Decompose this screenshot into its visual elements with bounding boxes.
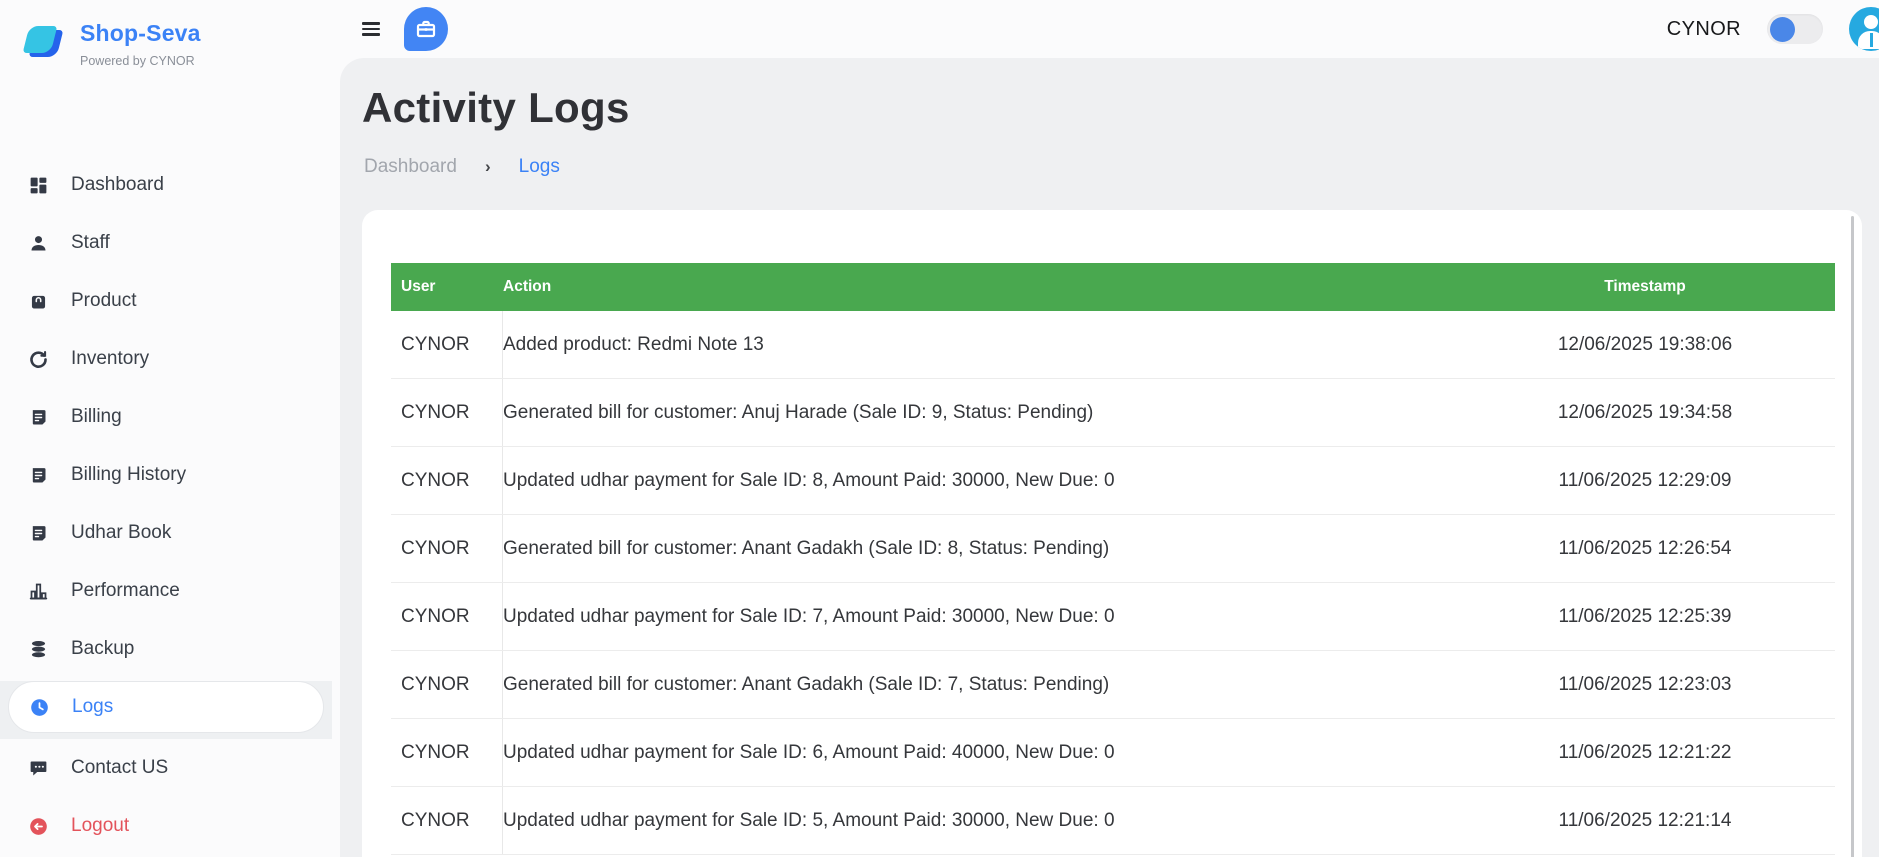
logout-icon <box>28 816 49 837</box>
product-icon <box>28 291 49 312</box>
main-content: Activity Logs Dashboard › Logs User Acti… <box>340 58 1879 857</box>
briefcase-icon <box>414 17 438 41</box>
table-row: CYNOR Added product: Redmi Note 13 12/06… <box>391 311 1835 379</box>
cell-timestamp: 12/06/2025 19:34:58 <box>1455 402 1835 424</box>
sidebar-item-logout[interactable]: Logout <box>0 797 332 855</box>
avatar-person-icon <box>1864 15 1878 29</box>
dashboard-icon <box>28 175 49 196</box>
sidebar-item-label: Logout <box>71 815 129 837</box>
sidebar-item-label: Udhar Book <box>71 522 171 544</box>
cell-user: CYNOR <box>391 311 503 378</box>
table-row: CYNOR Generated bill for customer: Anuj … <box>391 379 1835 447</box>
column-header-action: Action <box>503 278 1455 296</box>
cell-action: Updated udhar payment for Sale ID: 6, Am… <box>503 742 1455 764</box>
column-header-user: User <box>391 278 503 296</box>
backup-icon <box>28 639 49 660</box>
chevron-right-icon: › <box>485 157 491 177</box>
sidebar-item-billing[interactable]: Billing <box>0 388 332 446</box>
logs-card: User Action Timestamp CYNOR Added produc… <box>362 210 1862 857</box>
cell-user: CYNOR <box>391 447 503 514</box>
sidebar-item-udhar-book[interactable]: Udhar Book <box>0 504 332 562</box>
breadcrumb: Dashboard › Logs <box>364 156 1879 178</box>
cell-user: CYNOR <box>391 651 503 718</box>
sidebar-item-performance[interactable]: Performance <box>0 562 332 620</box>
sidebar-item-label: Logs <box>72 696 113 718</box>
briefcase-button[interactable] <box>404 7 448 51</box>
sidebar-item-label: Billing <box>71 406 122 428</box>
cell-action: Generated bill for customer: Anant Gadak… <box>503 674 1455 696</box>
page-title: Activity Logs <box>362 84 1879 132</box>
sidebar-item-inventory[interactable]: Inventory <box>0 330 332 388</box>
user-avatar[interactable] <box>1849 7 1879 51</box>
billing-icon <box>28 407 49 428</box>
cell-timestamp: 11/06/2025 12:21:22 <box>1455 742 1835 764</box>
contact-icon <box>28 758 49 779</box>
topbar: CYNOR <box>332 0 1879 58</box>
cell-timestamp: 11/06/2025 12:25:39 <box>1455 606 1835 628</box>
sidebar-item-logs[interactable]: Logs <box>8 681 324 733</box>
vertical-scrollbar[interactable] <box>1851 216 1854 857</box>
staff-icon <box>28 233 49 254</box>
sidebar-menu: Dashboard Staff Product Inventory <box>0 156 332 855</box>
brand-block[interactable]: Shop-Seva Powered by CYNOR <box>0 0 332 68</box>
cell-action: Generated bill for customer: Anant Gadak… <box>503 538 1455 560</box>
cell-action: Added product: Redmi Note 13 <box>503 334 1455 356</box>
cell-timestamp: 11/06/2025 12:21:14 <box>1455 810 1835 832</box>
sidebar-item-label: Staff <box>71 232 110 254</box>
performance-icon <box>28 581 49 602</box>
table-row: CYNOR Updated udhar payment for Sale ID:… <box>391 583 1835 651</box>
brand-logo-icon <box>24 24 66 64</box>
sidebar-item-backup[interactable]: Backup <box>0 620 332 678</box>
sidebar-active-stripe: Logs <box>0 681 332 739</box>
sidebar-item-contact-us[interactable]: Contact US <box>0 739 332 797</box>
cell-action: Updated udhar payment for Sale ID: 7, Am… <box>503 606 1455 628</box>
cell-user: CYNOR <box>391 515 503 582</box>
sidebar-item-label: Backup <box>71 638 134 660</box>
table-row: CYNOR Updated udhar payment for Sale ID:… <box>391 447 1835 515</box>
cell-timestamp: 11/06/2025 12:23:03 <box>1455 674 1835 696</box>
toggle-knob <box>1770 17 1795 42</box>
table-row: CYNOR Updated udhar payment for Sale ID:… <box>391 719 1835 787</box>
column-header-timestamp: Timestamp <box>1455 278 1835 296</box>
udhar-book-icon <box>28 523 49 544</box>
sidebar-item-label: Contact US <box>71 757 168 779</box>
sidebar-item-product[interactable]: Product <box>0 272 332 330</box>
logs-icon <box>29 697 50 718</box>
cell-action: Updated udhar payment for Sale ID: 5, Am… <box>503 810 1455 832</box>
sidebar-item-label: Inventory <box>71 348 149 370</box>
table-header-row: User Action Timestamp <box>391 263 1835 311</box>
activity-log-table: User Action Timestamp CYNOR Added produc… <box>391 263 1835 855</box>
cell-user: CYNOR <box>391 787 503 854</box>
breadcrumb-logs-link[interactable]: Logs <box>519 156 560 178</box>
table-row: CYNOR Updated udhar payment for Sale ID:… <box>391 787 1835 855</box>
cell-user: CYNOR <box>391 583 503 650</box>
sidebar-item-label: Product <box>71 290 136 312</box>
sidebar-item-billing-history[interactable]: Billing History <box>0 446 332 504</box>
hamburger-menu-icon[interactable] <box>362 22 380 36</box>
sidebar-item-label: Performance <box>71 580 180 602</box>
table-row: CYNOR Generated bill for customer: Anant… <box>391 651 1835 719</box>
billing-history-icon <box>28 465 49 486</box>
brand-name: Shop-Seva <box>80 20 201 47</box>
sidebar-item-staff[interactable]: Staff <box>0 214 332 272</box>
sidebar-item-label: Billing History <box>71 464 186 486</box>
cell-user: CYNOR <box>391 719 503 786</box>
cell-action: Generated bill for customer: Anuj Harade… <box>503 402 1455 424</box>
cell-timestamp: 11/06/2025 12:29:09 <box>1455 470 1835 492</box>
theme-toggle[interactable] <box>1767 14 1823 44</box>
topbar-username: CYNOR <box>1667 18 1741 41</box>
inventory-icon <box>28 349 49 370</box>
cell-timestamp: 12/06/2025 19:38:06 <box>1455 334 1835 356</box>
breadcrumb-dashboard-link[interactable]: Dashboard <box>364 156 457 178</box>
table-row: CYNOR Generated bill for customer: Anant… <box>391 515 1835 583</box>
sidebar-item-dashboard[interactable]: Dashboard <box>0 156 332 214</box>
sidebar-item-label: Dashboard <box>71 174 164 196</box>
sidebar: Shop-Seva Powered by CYNOR Dashboard Sta… <box>0 0 332 857</box>
cell-timestamp: 11/06/2025 12:26:54 <box>1455 538 1835 560</box>
brand-tagline: Powered by CYNOR <box>80 54 201 68</box>
cell-user: CYNOR <box>391 379 503 446</box>
cell-action: Updated udhar payment for Sale ID: 8, Am… <box>503 470 1455 492</box>
